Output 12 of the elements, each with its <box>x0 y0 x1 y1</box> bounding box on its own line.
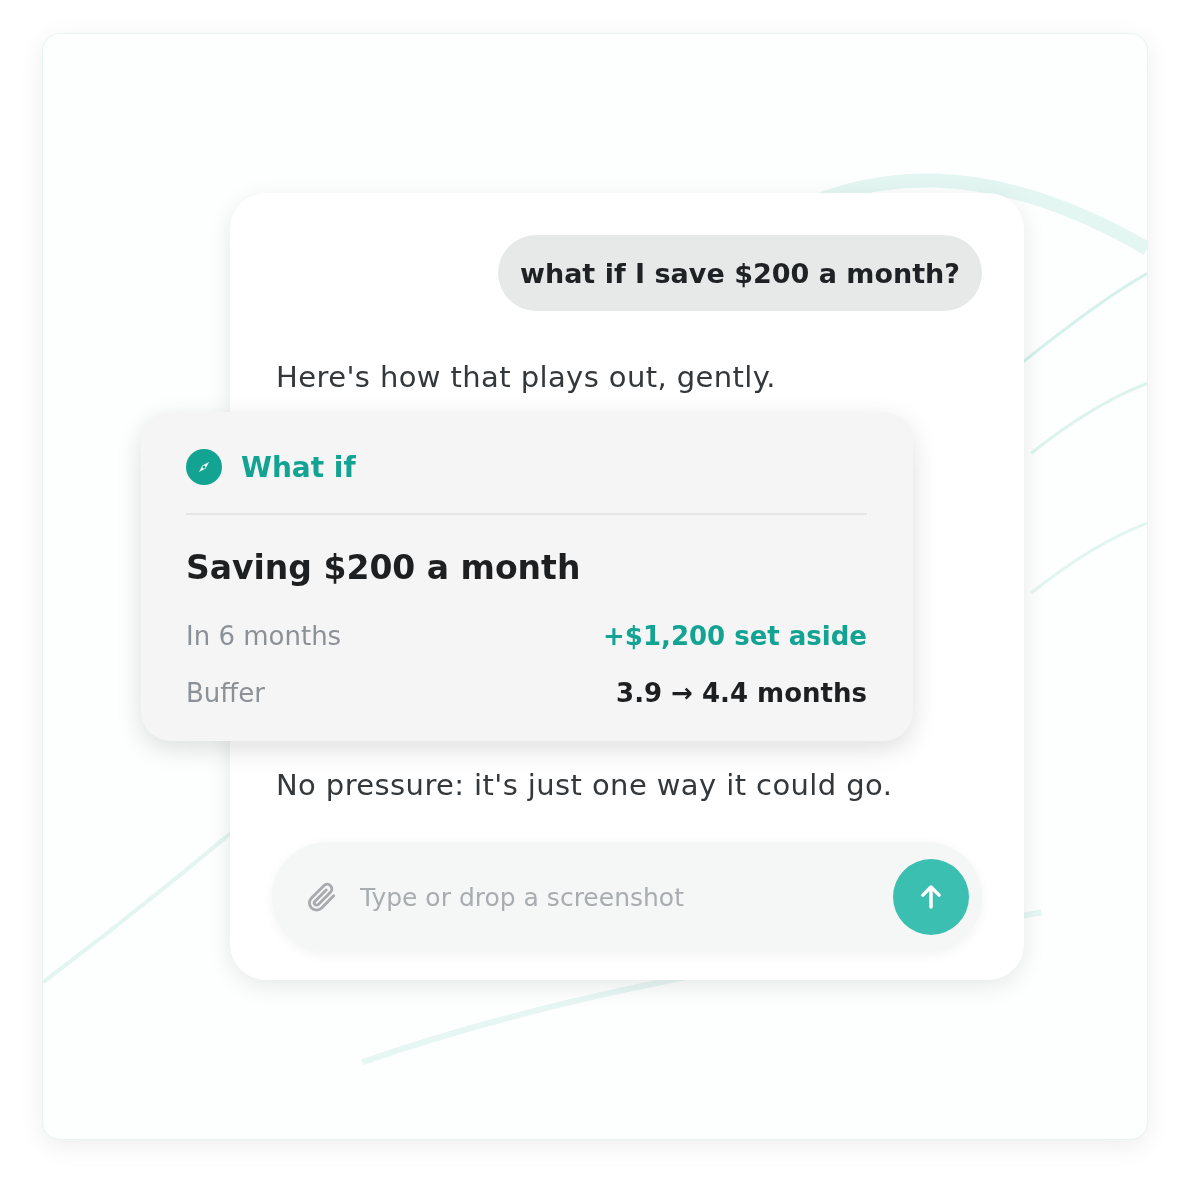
row-value: +$1,200 set aside <box>603 620 867 651</box>
assistant-message: No pressure: it's just one way it could go. <box>275 767 893 803</box>
message-input[interactable]: Type or drop a screenshot <box>360 877 893 917</box>
row-label: In 6 months <box>186 620 342 651</box>
card-title: Saving $200 a month <box>186 547 582 589</box>
row-label: Buffer <box>186 677 265 708</box>
card-label: What if <box>241 450 356 484</box>
compass-icon <box>186 449 222 485</box>
assistant-message: Here's how that plays out, gently. <box>275 359 776 395</box>
row-value: 3.9 → 4.4 months <box>616 677 867 708</box>
message-composer[interactable]: Type or drop a screenshot <box>272 842 982 952</box>
user-message: what if I save $200 a month? <box>498 235 982 311</box>
